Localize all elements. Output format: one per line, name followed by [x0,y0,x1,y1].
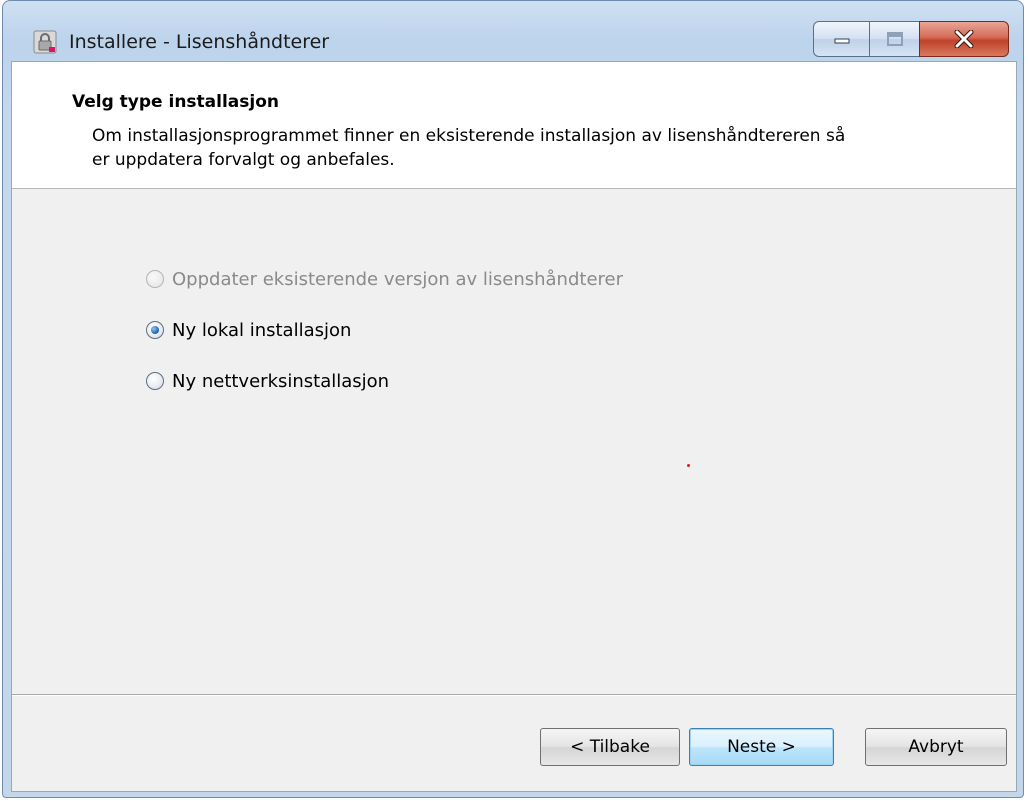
option-label: Oppdater eksisterende versjon av lisensh… [172,268,624,290]
back-button[interactable]: < Tilbake [540,728,680,766]
next-button[interactable]: Neste > [689,728,834,766]
caption-buttons [813,21,1009,57]
footer-separator [12,694,1016,696]
wizard-header: Velg type installasjon Om installasjonsp… [12,62,1016,189]
option-label[interactable]: Ny nettverksinstallasjon [172,371,389,392]
window-title: Installere - Lisenshåndterer [69,31,330,53]
install-type-options: Oppdater eksisterende versjon av lisensh… [146,267,623,420]
option-new-local[interactable]: Ny lokal installasjon [146,318,623,342]
maximize-button[interactable] [869,21,919,57]
page-title: Velg type installasjon [72,92,279,112]
close-icon [954,30,974,48]
radio-new-network[interactable] [146,372,164,390]
maximize-icon [886,32,903,46]
option-new-network[interactable]: Ny nettverksinstallasjon [146,369,623,393]
lock-icon [33,30,57,54]
dialog-client-area: Velg type installasjon Om installasjonsp… [11,61,1017,792]
option-label[interactable]: Ny lokal installasjon [172,320,351,341]
cancel-button[interactable]: Avbryt [865,728,1007,766]
close-button[interactable] [919,21,1009,57]
installer-window: Installere - Lisenshåndterer Velg type i… [2,0,1024,798]
radio-new-local[interactable] [146,321,164,339]
option-update-existing: Oppdater eksisterende versjon av lisensh… [146,267,623,291]
page-description: Om installasjonsprogrammet finner en eks… [92,126,846,170]
minimize-button[interactable] [813,21,869,57]
minimize-icon [834,38,849,44]
title-bar[interactable]: Installere - Lisenshåndterer [3,1,1023,59]
red-dot [687,464,690,467]
radio-update-existing [146,270,164,288]
